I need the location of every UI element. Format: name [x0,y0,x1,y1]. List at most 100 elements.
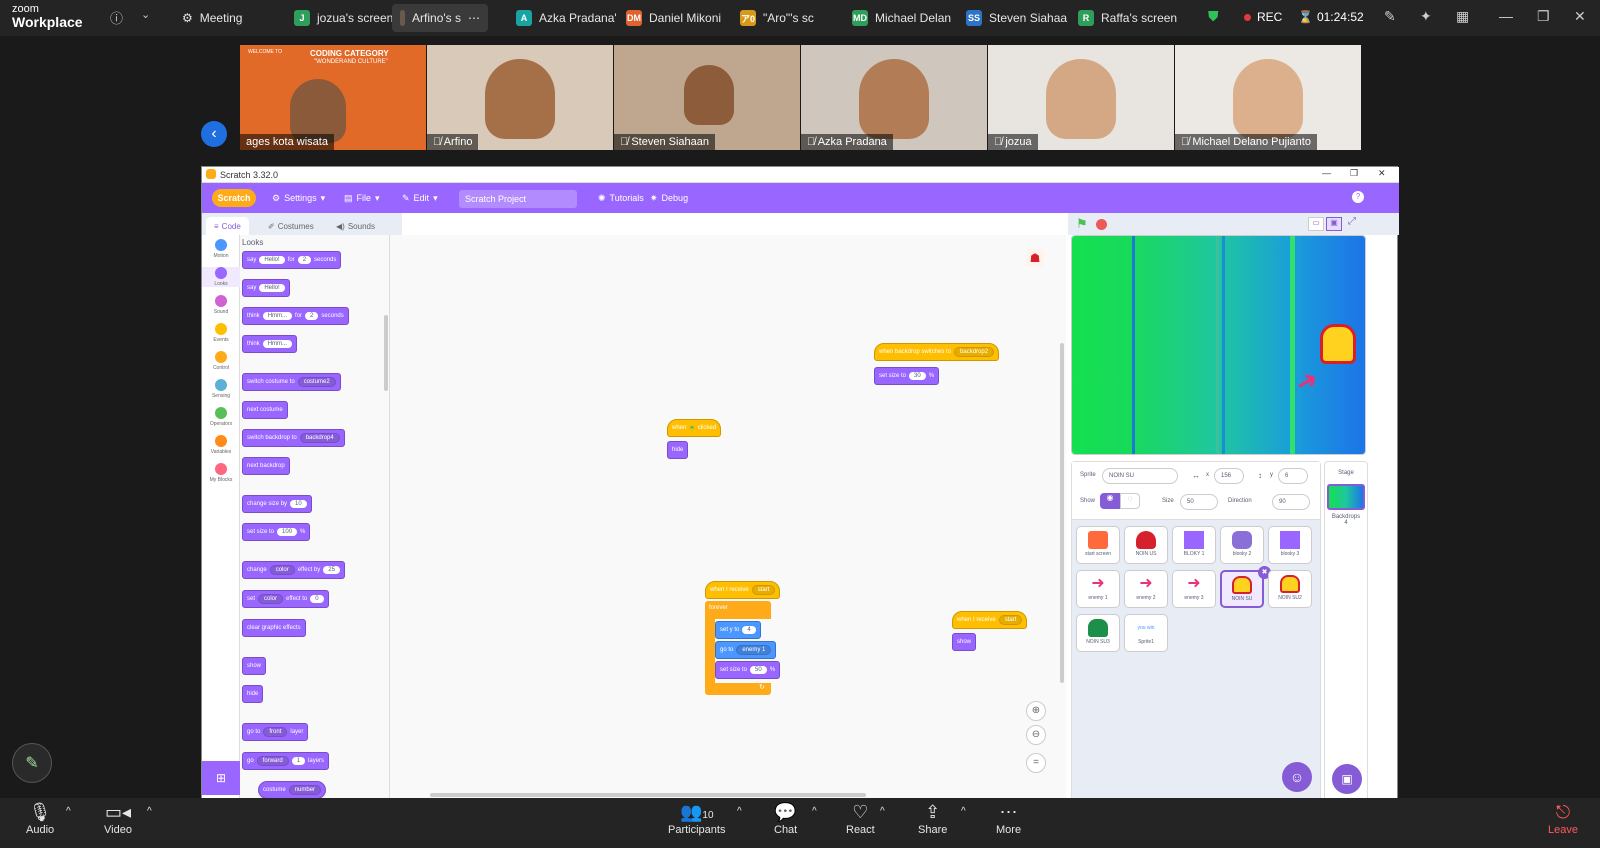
audio-button[interactable]: 🎙 Audio [26,802,54,836]
debug-button[interactable]: ✷ Debug [650,183,688,213]
category-control[interactable]: Control [202,351,240,371]
block-costume-reporter[interactable]: costume number [258,781,327,799]
sprite-thumb-enemy-3[interactable]: ➜ enemy 3 [1172,570,1216,608]
block-switch-costume[interactable]: switch costume to costume2 [242,373,341,391]
green-flag-icon[interactable]: ⚑ [1076,216,1088,232]
block-hide[interactable]: hide [242,685,264,703]
video-tile[interactable]: 🎙̸ Azka Pradana [801,45,987,150]
edit-menu[interactable]: ✎ Edit ▾ [402,183,438,213]
size-input[interactable]: 50 [1180,494,1218,510]
participants-button[interactable]: 👥10 Participants [668,802,725,836]
view-layout-icon[interactable]: ▦ [1456,8,1469,25]
annotation-pen-button[interactable]: ✎ [12,743,52,783]
add-backdrop-button[interactable]: ▣ [1332,764,1362,794]
script-receive-hat[interactable]: when I receive start [705,581,781,599]
sprite-thumb-noin-su2[interactable]: NOIN SU2 [1268,570,1312,608]
add-extension-button[interactable]: ⊞ [202,761,240,795]
tab-aro-screen[interactable]: ア0 "Aro"'s sc [732,4,822,32]
horizontal-scrollbar[interactable] [430,793,866,797]
code-workspace[interactable]: ☗ when backdrop switches to backdrop2 set… [390,235,1066,811]
minimize-button[interactable]: — [1499,8,1513,24]
settings-menu[interactable]: ⚙ Settings ▾ [272,183,325,213]
fullscreen-icon[interactable]: ⤢ [1348,216,1356,227]
sprite-name-input[interactable]: NOIN SU [1102,468,1178,484]
info-icon[interactable]: ⓘ [110,8,123,27]
shield-icon[interactable]: ⛊ [1208,8,1219,25]
y-position-input[interactable]: 6 [1278,468,1308,484]
more-options-icon[interactable]: ⋯ [468,11,480,25]
sprite-thumb-blooky-2[interactable]: blooky 2 [1220,526,1264,564]
video-tile[interactable]: 🎙̸ jozua [988,45,1174,150]
category-sensing[interactable]: Sensing [202,379,240,399]
gallery-prev-button[interactable]: ‹ [201,121,227,147]
video-tile[interactable]: 🎙̸ Steven Siahaan [614,45,800,150]
tab-costumes[interactable]: ✐ Costumes [260,217,322,235]
zoom-in-button[interactable]: ⊕ [1026,701,1046,721]
direction-input[interactable]: 90 [1272,494,1310,510]
category-sound[interactable]: Sound [202,295,240,315]
large-stage-icon[interactable]: ▣ [1326,217,1342,231]
chevron-down-icon[interactable]: ⌄ [141,8,150,21]
restore-button[interactable]: ❐ [1537,8,1550,25]
annotate-icon[interactable]: ✎ [1384,8,1396,25]
block-say[interactable]: say Hello! [242,279,290,297]
block-clear-effects[interactable]: clear graphic effects [242,619,306,637]
sprite-thumb-bloky-1[interactable]: BLOKY 1 [1172,526,1216,564]
minimize-button[interactable]: — [1322,168,1331,178]
chevron-up-icon[interactable]: ^ [961,806,966,817]
block-set-effect[interactable]: set color effect to 0 [242,590,329,608]
script-set-size-2[interactable]: set size to 50% [715,661,781,679]
block-switch-backdrop[interactable]: switch backdrop to backdrop4 [242,429,345,447]
block-next-costume[interactable]: next costume [242,401,288,419]
close-button[interactable]: ✕ [1378,168,1386,179]
close-button[interactable]: ✕ [1574,8,1586,25]
chevron-up-icon[interactable]: ^ [812,806,817,817]
script-receive-hat-2[interactable]: when I receive start [952,611,1028,629]
tab-sounds[interactable]: ◀) Sounds [328,217,383,235]
block-change-effect[interactable]: change color effect by 25 [242,561,345,579]
block-say-for[interactable]: say Hello! for 2 seconds [242,251,342,269]
script-hide[interactable]: hide [667,441,689,459]
tab-code[interactable]: ≡ Code [206,217,249,235]
small-stage-icon[interactable]: ▭ [1308,217,1324,231]
tab-michael-screen[interactable]: MD Michael Delan [844,4,959,32]
palette-scrollbar[interactable] [384,315,388,391]
sprite-thumb-start-screen[interactable]: start screen [1076,526,1120,564]
recording-indicator[interactable]: REC [1244,10,1282,24]
category-events[interactable]: Events [202,323,240,343]
block-go-to-layer[interactable]: go to front layer [242,723,309,741]
block-go-layers[interactable]: go forward 1 layers [242,752,330,770]
sprite-thumb-noin-su[interactable]: NOIN SU ✖ [1220,566,1271,608]
help-icon[interactable]: ? [1352,191,1364,203]
share-button[interactable]: ⇪ Share [918,802,947,836]
tab-jozua-screen[interactable]: Jjozua's screen [286,4,401,32]
category-variables[interactable]: Variables [202,435,240,455]
script-go-to[interactable]: go to enemy 1 [715,641,777,659]
tab-meeting[interactable]: ⚙ Meeting [174,4,250,32]
sprite-thumb-noin-us[interactable]: NOIN US [1124,526,1168,564]
tab-arfino-screen[interactable]: Arfino's s ⋯ [392,4,488,32]
vertical-scrollbar[interactable] [1060,343,1064,683]
block-next-backdrop[interactable]: next backdrop [242,457,290,475]
react-button[interactable]: ♡ React [846,802,875,836]
add-sprite-button[interactable]: ☺ [1282,762,1312,792]
sprite-thumb-sprite1[interactable]: you win Sprite1 [1124,614,1168,652]
ai-companion-icon[interactable]: ✦ [1420,8,1432,25]
show-sprite-button[interactable]: ◉ [1100,493,1120,509]
block-set-size[interactable]: set size to 100% [242,523,311,541]
zoom-reset-button[interactable]: = [1026,753,1046,773]
chevron-up-icon[interactable]: ^ [880,806,885,817]
stage-canvas[interactable]: ➜ [1071,235,1366,455]
project-title-input[interactable]: Scratch Project [459,190,577,208]
script-backdrop-hat[interactable]: when backdrop switches to backdrop2 [874,343,1000,361]
sprite-thumb-noin-su3[interactable]: NOIN SU3 [1076,614,1120,652]
category-operators[interactable]: Operators [202,407,240,427]
category-looks[interactable]: Looks [202,267,240,287]
tab-steven-screen[interactable]: SS Steven Siahaa [958,4,1075,32]
stop-icon[interactable] [1096,219,1107,230]
script-show[interactable]: show [952,633,977,651]
sprite-thumb-enemy-2[interactable]: ➜ enemy 2 [1124,570,1168,608]
tab-azka-screen[interactable]: A Azka Pradana' [508,4,625,32]
category-my-blocks[interactable]: My Blocks [202,463,240,483]
video-button[interactable]: ▭◂ Video [104,802,132,836]
